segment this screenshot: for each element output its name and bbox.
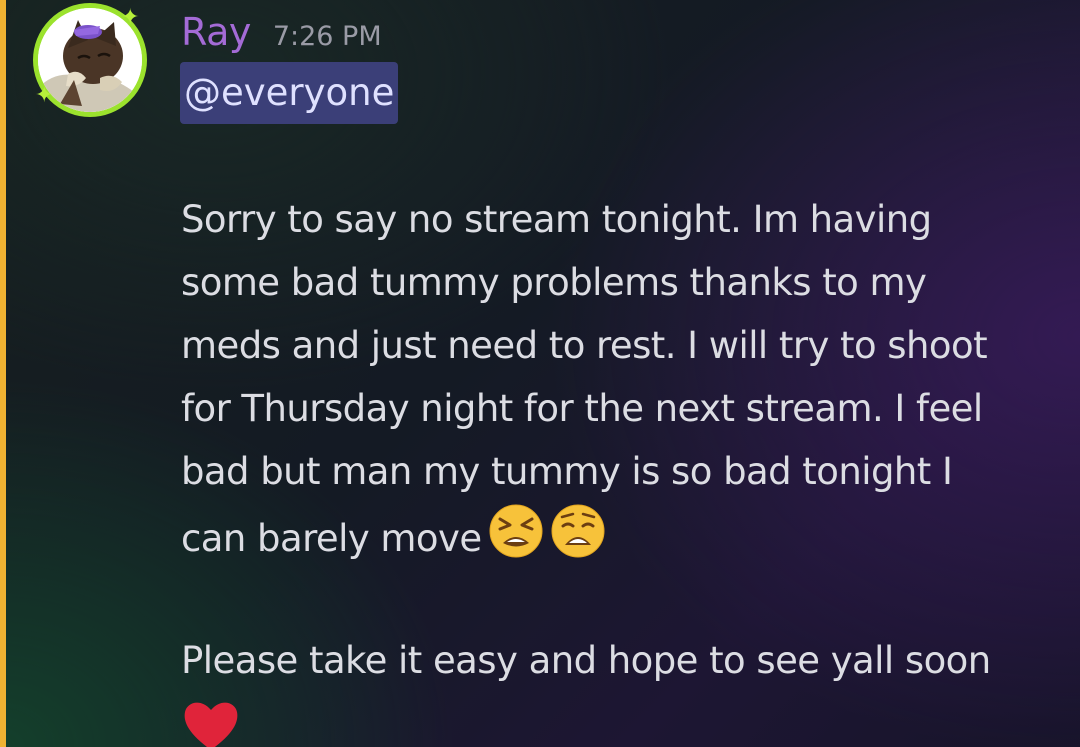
red-heart-emoji[interactable]	[181, 692, 241, 747]
everyone-mention[interactable]: @everyone	[180, 62, 399, 124]
message-line: some bad tummy problems thanks to my	[181, 261, 927, 304]
sparkle-icon: ✦	[121, 5, 140, 30]
tired-face-emoji[interactable]	[488, 503, 544, 578]
message-line-last: can barely move	[181, 503, 987, 578]
sparkle-icon: ✦	[35, 83, 54, 108]
message-line: for Thursday night for the next stream. …	[181, 387, 983, 430]
message-line: can barely move	[181, 517, 482, 560]
message-header: Ray 7:26 PM	[181, 10, 382, 54]
heart-line	[181, 692, 991, 747]
message-paragraph: Please take it easy and hope to see yall…	[181, 629, 991, 747]
mention-highlight-bar	[0, 0, 6, 747]
timestamp[interactable]: 7:26 PM	[273, 21, 382, 52]
weary-face-emoji[interactable]	[550, 503, 606, 578]
avatar[interactable]: ✦ ✦	[33, 3, 147, 117]
message-line: Please take it easy and hope to see yall…	[181, 639, 991, 682]
message-line: bad but man my tummy is so bad tonight I	[181, 450, 953, 493]
message-paragraph: Sorry to say no stream tonight. Im havin…	[181, 188, 988, 578]
message-line: meds and just need to rest. I will try t…	[181, 324, 988, 367]
message-line: Sorry to say no stream tonight. Im havin…	[181, 198, 932, 241]
username[interactable]: Ray	[181, 10, 251, 54]
